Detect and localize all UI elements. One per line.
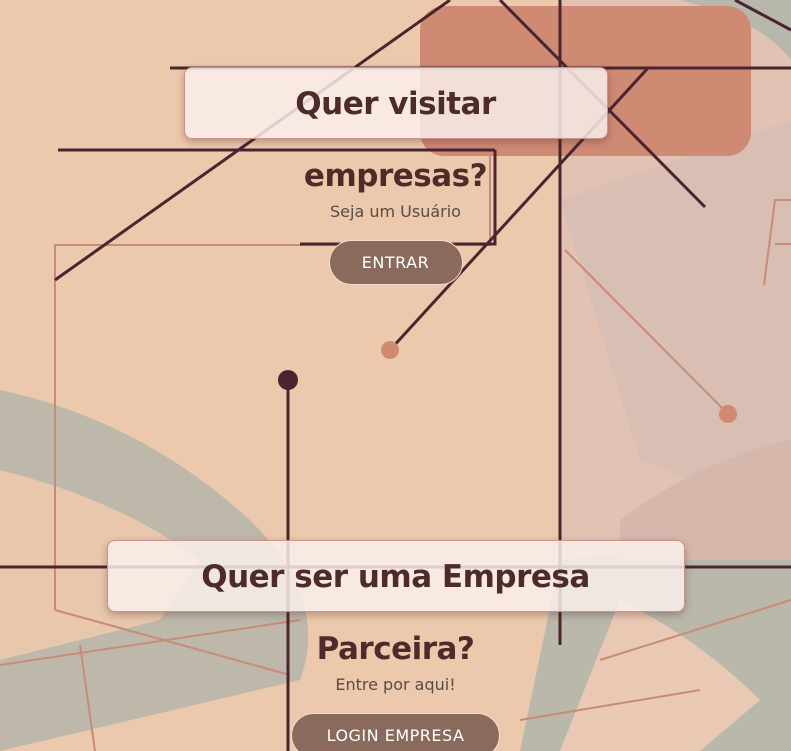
partner-section: Quer ser uma Empresa Parceira? Entre por…	[0, 540, 791, 751]
dark-dot	[278, 370, 298, 390]
landing-page: Quer visitar empresas? Seja um Usuário E…	[0, 0, 791, 751]
partner-heading-card: Quer ser uma Empresa Parceira?	[106, 540, 685, 667]
user-section-subtitle: Seja um Usuário	[330, 202, 461, 221]
company-login-button[interactable]: LOGIN EMPRESA	[291, 713, 500, 751]
user-section-title: Quer visitar empresas?	[295, 86, 496, 194]
enter-button[interactable]: ENTRAR	[328, 240, 463, 285]
terracotta-dot-right	[719, 405, 737, 423]
partner-section-title: Quer ser uma Empresa Parceira?	[201, 559, 590, 667]
user-heading-card: Quer visitar empresas?	[183, 67, 608, 194]
partner-section-subtitle: Entre por aqui!	[335, 675, 456, 694]
user-section: Quer visitar empresas? Seja um Usuário E…	[0, 67, 791, 285]
terracotta-dot-center	[381, 341, 399, 359]
